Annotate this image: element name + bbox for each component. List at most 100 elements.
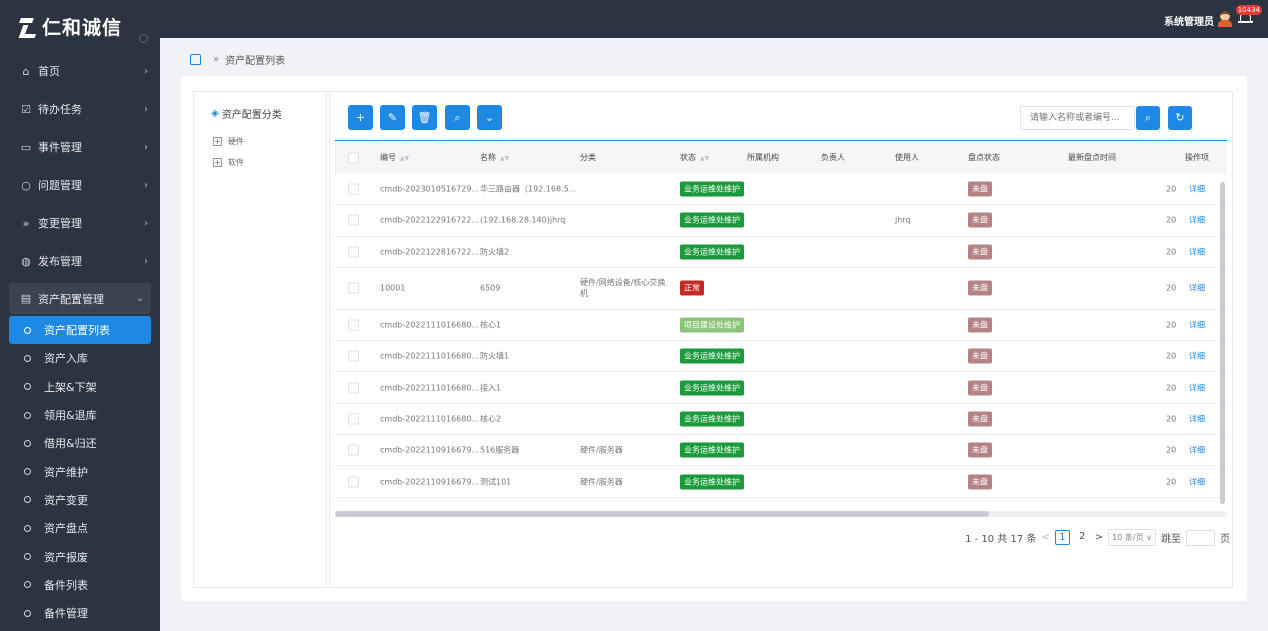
detail-link[interactable]: 详细 [1189, 476, 1205, 487]
vertical-scrollbar[interactable] [1220, 182, 1225, 504]
tree-node-hardware[interactable]: + 硬件 [213, 136, 244, 147]
sidebar-subitem[interactable]: 资产变更 [0, 486, 160, 514]
table-row[interactable]: cmdb-2022111016680... 核心1 项目建设处维护 未盘 20 … [335, 310, 1227, 342]
search-input[interactable] [1020, 106, 1135, 130]
cell-last-check: 20 [1166, 247, 1177, 257]
horizontal-scrollbar[interactable] [335, 511, 1227, 517]
brand-logo: 仁和诚信 [0, 0, 160, 52]
user-name[interactable]: 系统管理员 [1164, 13, 1214, 28]
expand-icon[interactable]: + [213, 158, 222, 167]
row-checkbox[interactable] [348, 444, 359, 456]
sidebar-item[interactable]: » 变更管理 › [0, 204, 160, 242]
cell-code: cmdb-2022111016680... [380, 414, 480, 424]
circle-icon [24, 524, 31, 532]
sidebar-subitem[interactable]: 上架&下架 [0, 373, 160, 401]
circle-icon [24, 609, 31, 617]
row-checkbox[interactable] [348, 413, 359, 425]
topbar: 系统管理员 10434 [160, 0, 1268, 38]
sidebar-subitem[interactable]: 资产盘点 [0, 514, 160, 542]
sidebar-subitem[interactable]: 资产入库 [0, 344, 160, 372]
detail-link[interactable]: 详细 [1189, 413, 1205, 424]
prev-page-button[interactable]: < [1041, 532, 1049, 543]
jump-page-input[interactable] [1186, 529, 1215, 546]
edit-button[interactable]: ✎ [380, 105, 405, 130]
delete-button[interactable]: 🗑 [412, 105, 437, 130]
row-checkbox[interactable] [348, 246, 359, 258]
detail-link[interactable]: 详细 [1189, 320, 1205, 331]
row-checkbox[interactable] [348, 282, 359, 294]
table-row[interactable]: 10001 6509 硬件/网络设备/核心交换机 正常 未盘 20 详细 [335, 268, 1227, 310]
table-row[interactable]: cmdb-2022110916679... 516服务器 硬件/服务器 业务运维… [335, 435, 1227, 467]
circle-icon [24, 581, 31, 589]
header-code[interactable]: 编号 ▲▼ [380, 152, 409, 163]
cell-code: 10001 [380, 283, 406, 293]
status-badge: 业务运维处维护 [680, 474, 744, 490]
row-checkbox[interactable] [348, 214, 359, 226]
check-status-badge: 未盘 [968, 348, 992, 364]
row-checkbox[interactable] [348, 382, 359, 394]
jump-label: 跳至 [1161, 534, 1181, 545]
sidebar-item[interactable]: ○ 问题管理 › [0, 166, 160, 204]
select-all-checkbox[interactable] [348, 152, 359, 163]
table-row[interactable]: cmdb-2022122916722... (192.168.28.140)jh… [335, 205, 1227, 237]
sidebar-subitem[interactable]: 领用&退库 [0, 401, 160, 429]
chevron-right-icon: › [144, 65, 148, 77]
page-1-button[interactable]: 1 [1054, 530, 1070, 545]
avatar[interactable] [1218, 10, 1232, 27]
detail-link[interactable]: 详细 [1189, 382, 1205, 393]
row-checkbox[interactable] [348, 183, 359, 195]
cell-name: 6509 [480, 283, 501, 293]
cell-code: cmdb-2022111016680... [380, 351, 480, 361]
detail-link[interactable]: 详细 [1189, 246, 1205, 257]
table-row[interactable]: cmdb-2022110916679... 测试101 硬件/服务器 业务运维处… [335, 466, 1227, 498]
detail-link[interactable]: 详细 [1189, 351, 1205, 362]
table-row[interactable]: cmdb-2022111016680... 核心2 业务运维处维护 未盘 20 … [335, 404, 1227, 436]
sidebar-subitem-label: 备件管理 [44, 607, 88, 621]
table-row[interactable]: cmdb-2022111016680... 接入1 业务运维处维护 未盘 20 … [335, 372, 1227, 404]
cell-last-check: 20 [1166, 383, 1177, 393]
sidebar-item[interactable]: ⌂ 首页 › [0, 52, 160, 90]
sidebar-item-label: 问题管理 [38, 179, 82, 192]
sidebar-subitem[interactable]: 资产维护 [0, 457, 160, 485]
sidebar-group-asset-config[interactable]: ▤ 资产配置管理 ⌄ [9, 283, 151, 314]
sidebar-item[interactable]: ☑ 待办任务 › [0, 90, 160, 128]
more-dropdown-button[interactable]: ⌄ [477, 105, 502, 130]
row-checkbox[interactable] [348, 476, 359, 488]
table-row[interactable]: cmdb-2022111016680... 防火墙1 业务运维处维护 未盘 20… [335, 341, 1227, 373]
chevron-right-icon: › [144, 141, 148, 153]
header-name[interactable]: 名称 ▲▼ [480, 152, 509, 163]
cell-name: 防火墙1 [480, 351, 510, 361]
table-row[interactable]: cmdb-2022122816722... 防火墙2 业务运维处维护 未盘 20… [335, 237, 1227, 268]
sidebar-subitem[interactable]: 资产配置列表 [9, 316, 151, 345]
add-button[interactable]: + [348, 105, 373, 130]
search-button[interactable]: ⌕ [445, 105, 470, 130]
page-size-select[interactable]: 10 条/页 ∨ [1108, 529, 1156, 546]
expand-icon[interactable]: + [213, 137, 222, 146]
sidebar-subitem[interactable]: 备件列表 [0, 571, 160, 599]
sidebar-subitem[interactable]: 备件管理 [0, 599, 160, 627]
refresh-icon[interactable]: ↻ [1168, 106, 1192, 130]
sidebar-item[interactable]: ▭ 事件管理 › [0, 128, 160, 166]
status-badge: 业务运维处维护 [680, 442, 744, 458]
tree-node-software[interactable]: + 软件 [213, 157, 244, 168]
sidebar-subitem-label: 资产盘点 [44, 522, 88, 536]
sidebar-subitem[interactable]: 资产报废 [0, 542, 160, 570]
sidebar-collapse-icon[interactable] [139, 34, 148, 43]
detail-link[interactable]: 详细 [1189, 445, 1205, 456]
table-row[interactable]: cmdb-2023010516729... 华三路由器（192.168.5...… [335, 174, 1227, 206]
next-page-button[interactable]: > [1095, 532, 1103, 543]
sidebar-subitem[interactable]: 借用&归还 [0, 429, 160, 457]
row-checkbox[interactable] [348, 350, 359, 362]
cell-last-check: 20 [1166, 184, 1177, 194]
detail-link[interactable]: 详细 [1189, 184, 1205, 195]
detail-link[interactable]: 详细 [1189, 283, 1205, 294]
page-2-button[interactable]: 2 [1075, 530, 1090, 545]
home-icon[interactable] [190, 54, 201, 65]
status-badge: 正常 [680, 280, 704, 296]
sidebar-item[interactable]: ◍ 发布管理 › [0, 242, 160, 280]
search-icon[interactable]: ⌕ [1136, 106, 1160, 130]
sidebar: 仁和诚信 ⌂ 首页 › ☑ 待办任务 › ▭ 事件管理 › ○ 问题管理 ›» 变更管… [0, 0, 160, 631]
detail-link[interactable]: 详细 [1189, 215, 1205, 226]
header-status[interactable]: 状态 ▲▼ [680, 152, 709, 163]
row-checkbox[interactable] [348, 319, 359, 331]
